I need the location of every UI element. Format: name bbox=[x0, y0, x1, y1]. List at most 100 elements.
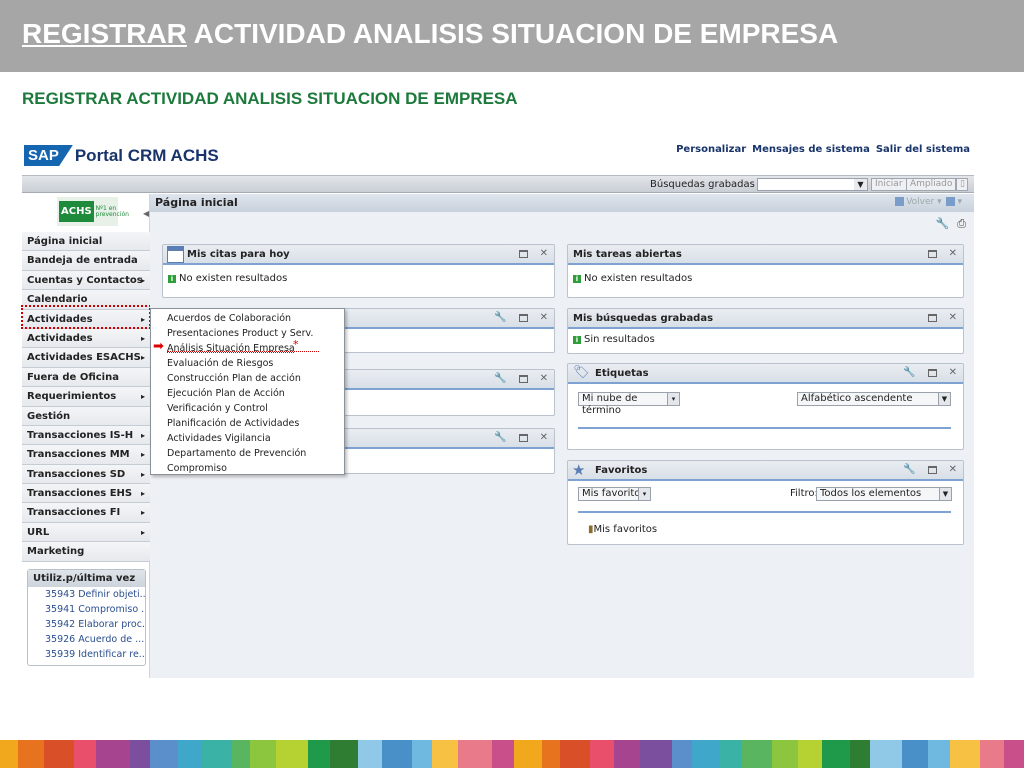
calendar-icon bbox=[167, 246, 184, 263]
saved-search-select[interactable]: ▼ bbox=[757, 178, 868, 191]
sidebar-item-label: URL bbox=[27, 526, 50, 538]
menu-item[interactable]: Presentaciones Product y Serv. bbox=[151, 326, 344, 341]
minimize-icon[interactable] bbox=[518, 314, 528, 322]
slide-title-underlined: REGISTRAR bbox=[22, 18, 187, 49]
minimize-icon[interactable] bbox=[518, 434, 528, 442]
search-toolbar: Búsquedas grabadas ▾ ▼ Iniciar Ampliado … bbox=[22, 175, 974, 193]
minimize-icon[interactable] bbox=[927, 250, 937, 258]
sidebar-item[interactable]: Actividades ESACHS ▸ bbox=[22, 348, 150, 368]
recent-item-link[interactable]: 35926 Acuerdo de ... bbox=[28, 632, 145, 647]
recent-item-link[interactable]: 35943 Definir objeti... bbox=[28, 587, 145, 602]
chevron-down-icon[interactable]: ▼ bbox=[854, 179, 867, 190]
color-stripe bbox=[1004, 740, 1024, 768]
sidebar-item[interactable]: Página inicial bbox=[22, 232, 150, 252]
chevron-right-icon: ▸ bbox=[140, 353, 145, 363]
close-icon[interactable]: ✕ bbox=[540, 248, 548, 259]
back-button[interactable]: Volver ▾ ▾ bbox=[893, 197, 962, 207]
close-icon[interactable]: ✕ bbox=[540, 432, 548, 443]
menu-item[interactable]: Planificación de Actividades bbox=[151, 416, 344, 431]
chevron-right-icon: ▸ bbox=[140, 450, 145, 460]
sidebar-item[interactable]: Transacciones EHS ▸ bbox=[22, 484, 150, 504]
sidebar-item[interactable]: Cuentas y Contactos ▸ bbox=[22, 270, 150, 291]
panel-message-text: No existen resultados bbox=[584, 273, 693, 284]
saved-searches-menu[interactable]: Búsquedas grabadas ▾ bbox=[650, 179, 763, 190]
close-icon[interactable]: ✕ bbox=[540, 373, 548, 384]
menu-item[interactable]: Ejecución Plan de Acción bbox=[151, 386, 344, 401]
minimize-icon[interactable] bbox=[927, 466, 937, 474]
forward-arrow-icon[interactable] bbox=[946, 197, 956, 206]
wrench-icon[interactable]: 🔧 bbox=[494, 312, 506, 323]
color-stripe bbox=[74, 740, 96, 768]
wrench-icon[interactable]: 🔧 bbox=[494, 432, 506, 443]
recent-item-link[interactable]: 35939 Identificar re... bbox=[28, 647, 145, 662]
color-stripe bbox=[560, 740, 590, 768]
sidebar-item[interactable]: Gestión Conocimiento bbox=[22, 406, 150, 441]
personalize-link[interactable]: Personalizar bbox=[676, 144, 746, 155]
minimize-icon[interactable] bbox=[927, 314, 937, 322]
menu-item[interactable]: Departamento de Prevención bbox=[151, 446, 344, 461]
sidebar-item[interactable]: Marketing bbox=[22, 542, 150, 562]
wrench-icon[interactable]: 🔧 bbox=[935, 217, 949, 231]
color-stripe bbox=[458, 740, 492, 768]
sidebar-item[interactable]: Transacciones FI ▸ bbox=[22, 503, 150, 523]
menu-item[interactable]: Construcción Plan de acción bbox=[151, 371, 344, 386]
wrench-icon[interactable]: 🔧 bbox=[903, 367, 915, 378]
filter-select[interactable]: Todos los elementos ▼ bbox=[816, 487, 952, 501]
highlight-box bbox=[21, 305, 151, 329]
chevron-right-icon: ▸ bbox=[140, 469, 145, 479]
sidebar-item-label: Marketing bbox=[27, 546, 85, 558]
panel-etiquetas: 🏷 Etiquetas 🔧 ✕ Mi nube de término ▾ Alfab… bbox=[567, 363, 964, 450]
close-icon[interactable]: ✕ bbox=[949, 367, 957, 378]
print-icon[interactable]: ⎙ bbox=[957, 217, 966, 231]
sidebar-item-label: Página inicial bbox=[27, 236, 103, 247]
panel-header: Mis citas para hoy ✕ bbox=[163, 245, 554, 265]
menu-item[interactable]: Evaluación de Riesgos bbox=[151, 356, 344, 371]
sidebar-item[interactable]: Fuera de Oficina bbox=[22, 367, 150, 388]
chevron-right-icon: ▸ bbox=[140, 392, 145, 402]
sidebar-item-label: Actividades ESACHS bbox=[27, 352, 141, 364]
color-stripe bbox=[870, 740, 902, 768]
collapse-arrow-icon[interactable]: ◀ bbox=[143, 209, 149, 218]
start-button[interactable]: Iniciar bbox=[871, 178, 907, 191]
recent-item-link[interactable]: 35941 Compromiso ... bbox=[28, 602, 145, 617]
favorites-select[interactable]: Mis favoritos ▾ bbox=[578, 487, 651, 501]
menu-item[interactable]: Análisis Situación Empresa bbox=[151, 341, 344, 356]
wrench-icon[interactable]: 🔧 bbox=[494, 373, 506, 384]
wrench-icon[interactable]: 🔧 bbox=[903, 464, 915, 475]
recent-item-link[interactable]: 35942 Elaborar proc... bbox=[28, 617, 145, 632]
system-messages-link[interactable]: Mensajes de sistema bbox=[752, 144, 870, 155]
recent-list: 35943 Definir objeti... 35941 Compromiso … bbox=[28, 587, 145, 662]
document-icon[interactable]: ▯ bbox=[956, 178, 968, 191]
color-stripe bbox=[382, 740, 412, 768]
close-icon[interactable]: ✕ bbox=[540, 312, 548, 323]
panel-icons: 🔧 ✕ bbox=[903, 464, 957, 475]
color-stripe bbox=[250, 740, 276, 768]
close-icon[interactable]: ✕ bbox=[949, 464, 957, 475]
menu-item[interactable]: Compromiso bbox=[151, 461, 344, 476]
sidebar-item[interactable]: Bandeja de entrada bbox=[22, 251, 150, 271]
sidebar-item[interactable]: Transacciones IS-H ▸ bbox=[22, 425, 150, 446]
close-icon[interactable]: ✕ bbox=[949, 312, 957, 323]
sort-select[interactable]: Alfabético ascendente ▼ bbox=[797, 392, 951, 406]
minimize-icon[interactable] bbox=[927, 369, 937, 377]
menu-item[interactable]: Acuerdos de Colaboración bbox=[151, 311, 344, 326]
sidebar-item[interactable]: Transacciones SD ▸ bbox=[22, 464, 150, 485]
favorites-item[interactable]: ▮Mis favoritos bbox=[588, 524, 657, 535]
term-cloud-select[interactable]: Mi nube de término ▾ bbox=[578, 392, 680, 416]
logout-link[interactable]: Salir del sistema bbox=[876, 144, 970, 155]
minimize-icon[interactable] bbox=[518, 375, 528, 383]
color-stripe bbox=[330, 740, 358, 768]
menu-item[interactable]: Verificación y Control bbox=[151, 401, 344, 416]
sidebar-item-label: Calendario bbox=[27, 294, 88, 306]
sidebar-item[interactable]: Transacciones MM ▸ bbox=[22, 445, 150, 465]
minimize-icon[interactable] bbox=[518, 250, 528, 258]
panel-header: Mis tareas abiertas ✕ bbox=[568, 245, 963, 265]
info-icon: i bbox=[168, 274, 176, 283]
sidebar-item[interactable]: URL ▸ bbox=[22, 522, 150, 543]
close-icon[interactable]: ✕ bbox=[949, 248, 957, 259]
sidebar-item[interactable]: Requerimientos ▸ bbox=[22, 387, 150, 407]
menu-item[interactable]: Actividades Vigilancia bbox=[151, 431, 344, 446]
extended-button[interactable]: Ampliado bbox=[906, 178, 957, 191]
sidebar-item[interactable]: Actividades Comercial▸ bbox=[22, 328, 150, 363]
sidebar-item-label: Cuentas y Contactos bbox=[27, 274, 143, 286]
